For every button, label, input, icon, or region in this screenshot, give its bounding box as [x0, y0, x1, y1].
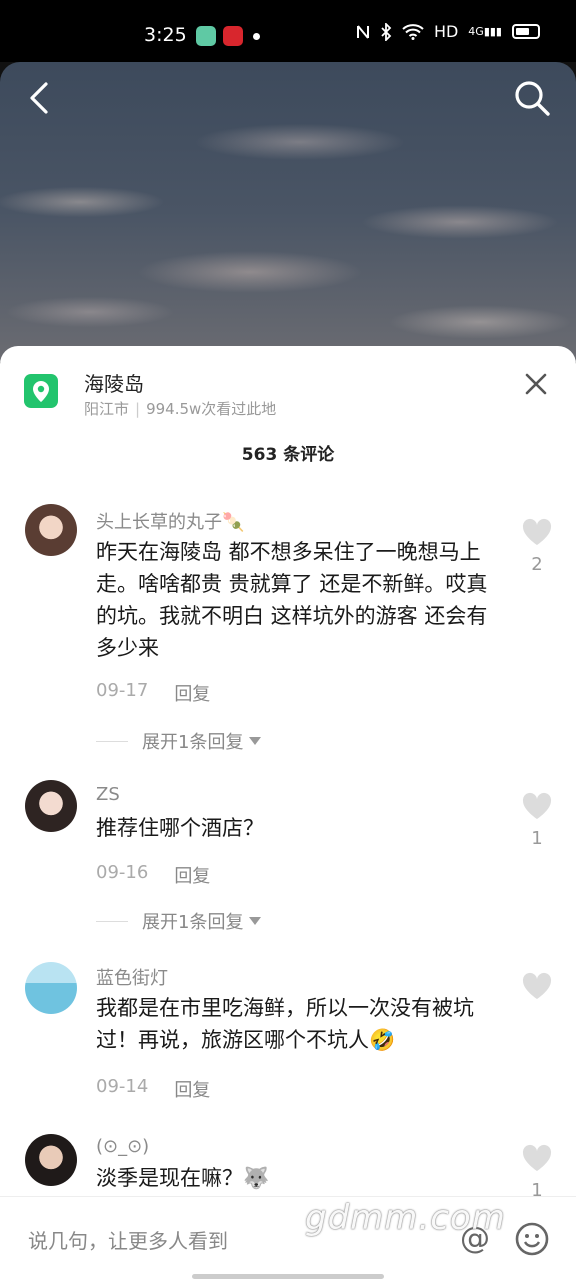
bluetooth-icon [381, 22, 392, 41]
status-indicators: HD 4G▮▮▮ [356, 22, 540, 41]
comment-meta: 09-17 回复 [96, 680, 210, 706]
comment-date: 09-14 [96, 1076, 149, 1097]
reply-button[interactable]: 回复 [174, 1076, 210, 1102]
home-indicator [192, 1274, 384, 1279]
like-button[interactable] [522, 972, 552, 1008]
comment-username[interactable]: ZS [96, 784, 120, 805]
location-pin-icon [24, 374, 58, 408]
caret-down-icon [249, 917, 262, 925]
divider: | [135, 400, 141, 418]
search-icon[interactable] [512, 78, 552, 118]
location-visitors: 994.5w次看过此地 [146, 400, 277, 418]
heart-icon [522, 972, 552, 999]
comment-meta: 09-14 回复 [96, 1076, 210, 1102]
hd-label: HD [433, 22, 459, 41]
divider [96, 920, 128, 922]
status-time: 3:25 [144, 24, 187, 46]
comment-username[interactable]: 头上长草的丸子🍡 [96, 508, 244, 534]
expand-replies-label: 展开1条回复 [142, 912, 244, 933]
like-count: 1 [531, 828, 543, 849]
wifi-icon [402, 23, 424, 40]
comment-date: 09-16 [96, 862, 149, 883]
comment-username[interactable]: (⊙_⊙) [96, 1136, 149, 1157]
battery-icon [512, 24, 540, 39]
app-notification-icon [196, 26, 216, 46]
heart-icon [522, 1144, 552, 1171]
comment-meta: 09-16 回复 [96, 862, 210, 888]
like-button[interactable]: 2 [522, 518, 552, 575]
reply-button[interactable]: 回复 [174, 862, 210, 888]
caret-down-icon [249, 737, 262, 745]
comment-text: 推荐住哪个酒店？ [96, 816, 264, 840]
nfc-icon [356, 24, 369, 39]
comment-date: 09-17 [96, 680, 149, 701]
expand-replies-label: 展开1条回复 [142, 732, 244, 753]
expand-replies-button[interactable]: 展开1条回复 [96, 728, 262, 754]
notification-dot-icon [253, 33, 260, 40]
avatar[interactable] [25, 780, 77, 832]
avatar[interactable] [25, 1134, 77, 1186]
avatar[interactable] [25, 962, 77, 1014]
location-name[interactable]: 海陵岛 [84, 368, 144, 397]
watermark: gdmm.com [305, 1198, 506, 1238]
comments-sheet: 海陵岛 阳江市 | 994.5w次看过此地 563 条评论 头上长草的丸子🍡 昨天在… [0, 346, 576, 1280]
heart-icon [522, 518, 552, 545]
expand-replies-button[interactable]: 展开1条回复 [96, 908, 262, 934]
emoji-icon[interactable] [514, 1221, 550, 1257]
comment-username[interactable]: 蓝色街灯 [96, 964, 168, 990]
like-button[interactable]: 1 [522, 792, 552, 849]
like-button[interactable]: 1 [522, 1144, 552, 1201]
app-notification-icon [223, 26, 243, 46]
location-subtitle: 阳江市 | 994.5w次看过此地 [84, 398, 276, 419]
comment-text: 昨天在海陵岛 都不想多呆住了一晚想马上走。啥啥都贵 贵就算了 还是不新鲜。哎真的… [96, 540, 488, 660]
avatar[interactable] [25, 504, 77, 556]
comment-text: 淡季是现在嘛？🐺 [96, 1166, 270, 1190]
location-cover-image [0, 62, 576, 362]
location-city: 阳江市 [84, 400, 130, 418]
comment-count: 563 条评论 [241, 445, 335, 465]
cell-type-label: 4G [468, 25, 484, 38]
like-count: 2 [531, 554, 543, 575]
back-button[interactable] [22, 80, 58, 116]
cell-signal-icon: 4G▮▮▮ [468, 25, 502, 38]
comment-text: 我都是在市里吃海鲜，所以一次没有被坑过！再说，旅游区哪个不坑人🤣 [96, 996, 474, 1052]
reply-button[interactable]: 回复 [174, 680, 210, 706]
close-icon[interactable] [524, 372, 548, 396]
heart-icon [522, 792, 552, 819]
divider [96, 740, 128, 742]
comment-input[interactable]: 说几句，让更多人看到 [28, 1225, 228, 1254]
status-bar: 3:25 HD 4G▮▮▮ [0, 0, 576, 62]
